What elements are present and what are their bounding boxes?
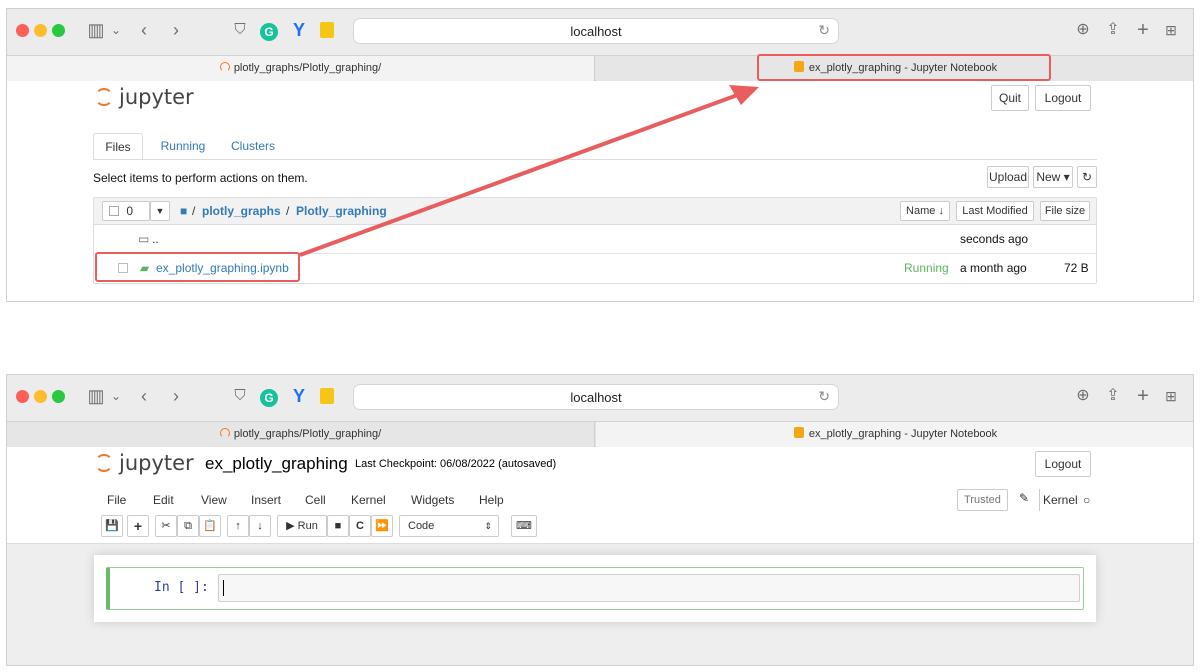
select-arrows-icon: ⇕ bbox=[484, 521, 492, 531]
extension-y-icon[interactable]: Y bbox=[289, 385, 309, 407]
move-down-button[interactable]: ↓ bbox=[249, 515, 271, 537]
menu-cell[interactable]: Cell bbox=[305, 493, 326, 507]
browser-tab-tree[interactable]: plotly_graphs/Plotly_graphing/ bbox=[7, 422, 595, 447]
keyboard-icon: ⌨ bbox=[516, 520, 532, 532]
menu-view[interactable]: View bbox=[201, 493, 227, 507]
browser-tab-notebook[interactable]: ex_plotly_graphing - Jupyter Notebook bbox=[596, 422, 1193, 447]
menu-edit[interactable]: Edit bbox=[153, 493, 174, 507]
restart-run-all-button[interactable]: ⏩ bbox=[371, 515, 393, 537]
browser-window-notebook: ▥ ⌄ ‹ › ⛉ G Y localhost ↻ ⊕ ⇪ + ⊞ plotly… bbox=[6, 374, 1194, 666]
menu-insert[interactable]: Insert bbox=[251, 493, 281, 507]
trusted-indicator[interactable]: Trusted bbox=[957, 489, 1008, 511]
save-icon: 💾 bbox=[105, 520, 119, 532]
stop-icon: ■ bbox=[334, 520, 342, 532]
restart-button[interactable]: C bbox=[349, 515, 371, 537]
notes-extension-icon[interactable] bbox=[317, 385, 337, 407]
close-window-button[interactable] bbox=[16, 390, 29, 403]
checkpoint-status: Last Checkpoint: 06/08/2022 (autosaved) bbox=[355, 458, 557, 470]
browser-tab-bar: plotly_graphs/Plotly_graphing/ ex_plotly… bbox=[7, 421, 1193, 447]
menu-widgets[interactable]: Widgets bbox=[411, 493, 454, 507]
browser-tab-title: ex_plotly_graphing - Jupyter Notebook bbox=[808, 428, 998, 440]
paste-icon: 📋 bbox=[203, 520, 217, 532]
browser-tab-title: plotly_graphs/Plotly_graphing/ bbox=[233, 428, 382, 440]
restart-icon: C bbox=[356, 520, 364, 532]
logout-button[interactable]: Logout bbox=[1035, 451, 1091, 477]
back-arrow-icon[interactable]: ‹ bbox=[135, 385, 153, 407]
arrow-down-icon: ↓ bbox=[257, 520, 263, 532]
minimize-window-button[interactable] bbox=[34, 390, 47, 403]
code-cell[interactable]: In [ ]: bbox=[106, 567, 1084, 610]
kernel-name: Kernel bbox=[1043, 493, 1078, 507]
menu-kernel[interactable]: Kernel bbox=[351, 493, 386, 507]
address-bar[interactable]: localhost ↻ bbox=[353, 384, 839, 410]
copy-button[interactable]: ⧉ bbox=[177, 515, 199, 537]
jupyter-logo-icon bbox=[95, 454, 113, 472]
save-button[interactable]: 💾 bbox=[101, 515, 123, 537]
tab-overview-icon[interactable]: ⊞ bbox=[1161, 385, 1181, 407]
cut-button[interactable]: ✂ bbox=[155, 515, 177, 537]
cell-type-select[interactable]: Code ⇕ bbox=[399, 515, 499, 537]
notebook-toolbar: 💾 + ✂ ⧉ 📋 ↑ ↓ ▶ Run ■ C ⏩ Code ⇕ ⌨ bbox=[93, 515, 573, 539]
jupyter-favicon-icon bbox=[219, 428, 230, 438]
menu-help[interactable]: Help bbox=[479, 493, 504, 507]
reload-icon[interactable]: ↻ bbox=[818, 388, 830, 405]
shield-icon[interactable]: ⛉ bbox=[231, 385, 249, 407]
menubar-divider bbox=[1039, 489, 1040, 511]
cell-type-value: Code bbox=[408, 520, 435, 532]
fast-forward-icon: ⏩ bbox=[375, 520, 389, 532]
download-icon[interactable]: ⊕ bbox=[1073, 385, 1093, 407]
run-button[interactable]: ▶ Run bbox=[277, 515, 327, 537]
url-text: localhost bbox=[570, 390, 622, 405]
browser-toolbar: ▥ ⌄ ‹ › ⛉ G Y localhost ↻ ⊕ ⇪ + ⊞ bbox=[7, 375, 1193, 421]
chevron-down-icon[interactable]: ⌄ bbox=[109, 385, 123, 407]
grammarly-icon[interactable]: G bbox=[259, 385, 279, 407]
new-tab-icon[interactable]: + bbox=[1133, 385, 1153, 407]
plus-icon: + bbox=[133, 518, 143, 534]
copy-icon: ⧉ bbox=[184, 520, 192, 532]
kernel-idle-icon: ○ bbox=[1083, 493, 1091, 507]
notebook-name[interactable]: ex_plotly_graphing bbox=[205, 454, 348, 474]
scissors-icon: ✂ bbox=[161, 520, 171, 532]
arrow-up-icon: ↑ bbox=[235, 520, 241, 532]
notebook-favicon-icon bbox=[793, 427, 804, 438]
insert-cell-button[interactable]: + bbox=[127, 515, 149, 537]
notebook-container: In [ ]: bbox=[94, 555, 1096, 622]
share-icon[interactable]: ⇪ bbox=[1103, 385, 1123, 407]
sidebar-icon[interactable]: ▥ bbox=[85, 385, 107, 407]
jupyter-logo[interactable]: jupyter bbox=[95, 451, 194, 475]
input-prompt: In [ ]: bbox=[154, 580, 209, 595]
move-up-button[interactable]: ↑ bbox=[227, 515, 249, 537]
notebook-header: jupyter ex_plotly_graphing Last Checkpoi… bbox=[7, 447, 1193, 481]
annotation-arrow-line bbox=[299, 91, 744, 257]
code-editor[interactable] bbox=[218, 574, 1080, 602]
zoom-window-button[interactable] bbox=[52, 390, 65, 403]
interrupt-button[interactable]: ■ bbox=[327, 515, 349, 537]
text-cursor bbox=[223, 580, 224, 596]
jupyter-logo-text: jupyter bbox=[119, 451, 194, 475]
menu-file[interactable]: File bbox=[107, 493, 126, 507]
notebook-menubar: File Edit View Insert Cell Kernel Widget… bbox=[93, 489, 1097, 513]
command-palette-button[interactable]: ⌨ bbox=[511, 515, 537, 537]
browser-window-tree: ▥ ⌄ ‹ › ⛉ G Y localhost ↻ ⊕ ⇪ + ⊞ plotly… bbox=[6, 8, 1194, 302]
annotation-arrow bbox=[299, 85, 759, 257]
edit-mode-pencil-icon: ✎ bbox=[1019, 491, 1030, 505]
forward-arrow-icon[interactable]: › bbox=[167, 385, 185, 407]
paste-button[interactable]: 📋 bbox=[199, 515, 221, 537]
